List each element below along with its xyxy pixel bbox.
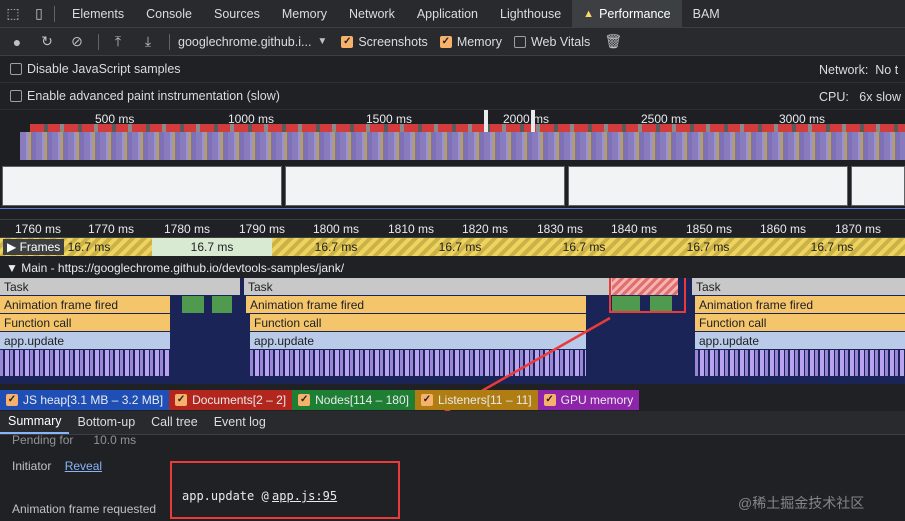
watermark: @稀土掘金技术社区: [738, 495, 865, 511]
checkbox-checked-icon: ✓: [6, 394, 18, 406]
pending-row: Pending for 10.0 ms: [12, 433, 137, 447]
tab-bottom-up[interactable]: Bottom-up: [69, 410, 143, 434]
details-tabs: Summary Bottom-up Call tree Event log: [0, 411, 905, 435]
annotation-callout-box: [170, 461, 400, 519]
tab-summary[interactable]: Summary: [0, 410, 70, 434]
reveal-link[interactable]: Reveal: [65, 459, 102, 473]
initiator-row: Initiator Reveal: [12, 459, 103, 473]
counter-gpu-memory[interactable]: ✓ GPU memory: [537, 390, 640, 410]
counter-nodes[interactable]: ✓ Nodes[114 – 180]: [292, 390, 415, 410]
counter-documents[interactable]: ✓ Documents[2 – 2]: [169, 390, 293, 410]
memory-counters: ✓ JS heap[3.1 MB – 3.2 MB] ✓ Documents[2 –…: [0, 390, 905, 410]
checkbox-checked-icon: ✓: [175, 394, 188, 406]
tab-event-log[interactable]: Event log: [206, 410, 274, 434]
anim-requested-label: Animation frame requested: [12, 502, 157, 516]
checkbox-checked-icon: ✓: [421, 394, 433, 406]
counter-js-heap[interactable]: ✓ JS heap[3.1 MB – 3.2 MB]: [0, 390, 170, 410]
checkbox-checked-icon: ✓: [298, 394, 311, 406]
tab-call-tree[interactable]: Call tree: [143, 410, 206, 434]
checkbox-checked-icon: ✓: [543, 394, 556, 406]
counter-listeners[interactable]: ✓ Listeners[11 – 11]: [415, 390, 538, 410]
